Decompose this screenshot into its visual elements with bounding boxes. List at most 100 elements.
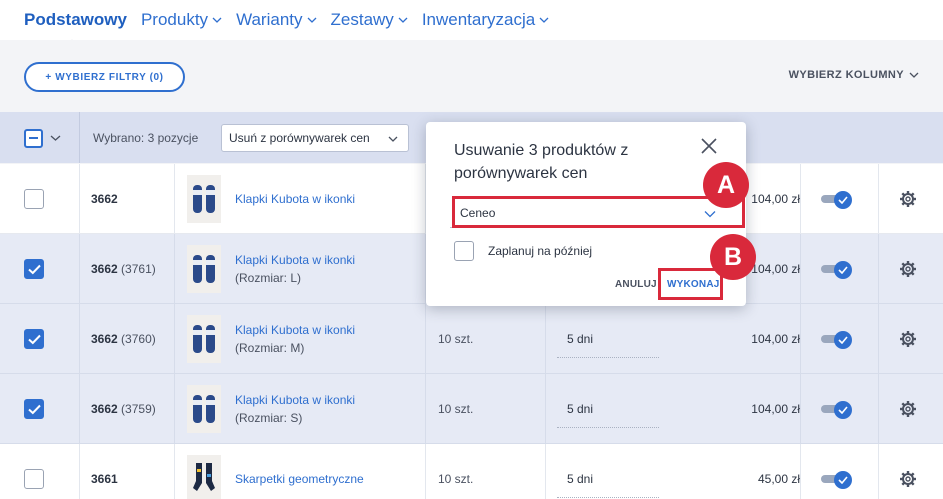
nav-tab-warianty[interactable]: Warianty: [236, 0, 316, 40]
row-checkbox[interactable]: [24, 469, 44, 489]
bulk-action-select[interactable]: Usuń z porównywarek cen: [221, 124, 409, 152]
product-name-link[interactable]: Klapki Kubota w ikonki (Rozmiar: S): [235, 391, 355, 427]
stock-quantity: 10 szt.: [438, 472, 474, 486]
divider: [174, 374, 175, 443]
annotation-badge-a: A: [703, 162, 749, 208]
cancel-button[interactable]: ANULUJ: [615, 279, 657, 290]
nav-tab-label: Podstawowy: [24, 10, 127, 29]
check-icon: [838, 406, 848, 414]
divider: [878, 444, 879, 499]
schedule-later-checkbox[interactable]: [454, 241, 474, 261]
product-thumbnail: [187, 455, 221, 499]
gear-icon[interactable]: [899, 190, 917, 208]
gear-icon[interactable]: [899, 400, 917, 418]
active-toggle[interactable]: [821, 401, 853, 419]
table-row: 3662 (3760) Klapki Kubota w ikonki (Rozmi…: [0, 304, 943, 374]
product-name-link[interactable]: Klapki Kubota w ikonki (Rozmiar: L): [235, 251, 355, 287]
filters-bar: + WYBIERZ FILTRY (0) WYBIERZ KOLUMNY: [0, 40, 943, 112]
product-id: 3662: [91, 192, 118, 206]
check-icon: [838, 336, 848, 344]
row-checkbox[interactable]: [24, 259, 44, 279]
chevron-down-icon[interactable]: [50, 134, 61, 142]
choose-columns-button[interactable]: WYBIERZ KOLUMNY: [789, 69, 919, 81]
row-checkbox[interactable]: [24, 329, 44, 349]
product-price: 104,00 zł: [751, 192, 800, 206]
gear-icon[interactable]: [899, 470, 917, 488]
divider: [800, 444, 801, 499]
product-id: 3662 (3761): [91, 262, 156, 276]
check-icon: [838, 266, 848, 274]
divider: [79, 304, 80, 373]
divider: [800, 164, 801, 233]
active-toggle[interactable]: [821, 331, 853, 349]
divider: [800, 304, 801, 373]
select-all-checkbox[interactable]: [24, 129, 43, 148]
product-price: 104,00 zł: [751, 262, 800, 276]
divider: [174, 304, 175, 373]
divider: [425, 304, 426, 373]
table-row: 3661 Skarpetki geometryczne 10 szt. 5 dn…: [0, 444, 943, 499]
divider: [79, 164, 80, 233]
product-thumbnail: [187, 175, 221, 223]
selection-count: Wybrano: 3 pozycje: [93, 131, 199, 145]
divider: [800, 374, 801, 443]
product-price: 45,00 zł: [757, 472, 800, 486]
chevron-down-icon: [909, 72, 919, 78]
product-id: 3662 (3760): [91, 332, 156, 346]
product-thumbnail: [187, 245, 221, 293]
product-name-link[interactable]: Klapki Kubota w ikonki (Rozmiar: M): [235, 321, 355, 357]
slippers-icon: [193, 255, 215, 283]
check-icon: [28, 264, 41, 275]
check-icon: [28, 334, 41, 345]
nav-tab-produkty[interactable]: Produkty: [141, 0, 222, 40]
divider: [878, 304, 879, 373]
nav-tab-podstawowy[interactable]: Podstawowy: [24, 0, 127, 47]
stock-quantity: 10 szt.: [438, 332, 474, 346]
chevron-down-icon: [398, 17, 408, 23]
bulk-action-value: Usuń z porównywarek cen: [229, 131, 370, 145]
row-checkbox[interactable]: [24, 399, 44, 419]
chevron-down-icon: [307, 17, 316, 23]
divider: [545, 444, 546, 499]
check-icon: [28, 404, 41, 415]
top-nav: Podstawowy Produkty Warianty Zestawy Inw…: [0, 0, 943, 47]
divider: [800, 234, 801, 303]
active-toggle[interactable]: [821, 471, 853, 489]
delivery-days-field[interactable]: 5 dni: [557, 322, 659, 358]
nav-tab-label: Inwentaryzacja: [421, 10, 536, 29]
divider: [174, 444, 175, 499]
highlight-box-confirm: [658, 268, 723, 300]
delivery-days-field[interactable]: 5 dni: [557, 462, 659, 498]
nav-tab-label: Zestawy: [330, 10, 394, 29]
product-name-link[interactable]: Klapki Kubota w ikonki: [235, 190, 355, 208]
add-filter-button[interactable]: + WYBIERZ FILTRY (0): [24, 62, 185, 92]
divider: [545, 374, 546, 443]
active-toggle[interactable]: [821, 261, 853, 279]
active-toggle[interactable]: [821, 191, 853, 209]
close-icon[interactable]: [700, 137, 718, 155]
divider: [425, 374, 426, 443]
product-thumbnail: [187, 385, 221, 433]
row-checkbox[interactable]: [24, 189, 44, 209]
gear-icon[interactable]: [899, 330, 917, 348]
product-name-link[interactable]: Skarpetki geometryczne: [235, 470, 364, 488]
stock-quantity: 10 szt.: [438, 402, 474, 416]
product-price: 104,00 zł: [751, 332, 800, 346]
slippers-icon: [193, 395, 215, 423]
nav-tab-inwentaryzacja[interactable]: Inwentaryzacja: [422, 0, 549, 40]
schedule-later-label: Zaplanuj na później: [488, 244, 593, 258]
delivery-days-field[interactable]: 5 dni: [557, 392, 659, 428]
divider: [878, 164, 879, 233]
choose-columns-label: WYBIERZ KOLUMNY: [788, 69, 904, 81]
divider: [425, 444, 426, 499]
table-row: 3662 (3759) Klapki Kubota w ikonki (Rozmi…: [0, 374, 943, 444]
highlight-box-select: [452, 196, 745, 228]
dialog-title: Usuwanie 3 produktów z porównywarek cen: [454, 142, 629, 182]
nav-tab-label: Produkty: [140, 10, 209, 29]
divider: [79, 374, 80, 443]
nav-tab-label: Warianty: [236, 10, 303, 29]
divider: [174, 164, 175, 233]
nav-tab-zestawy[interactable]: Zestawy: [331, 0, 408, 40]
gear-icon[interactable]: [899, 260, 917, 278]
socks-icon: [193, 463, 215, 491]
